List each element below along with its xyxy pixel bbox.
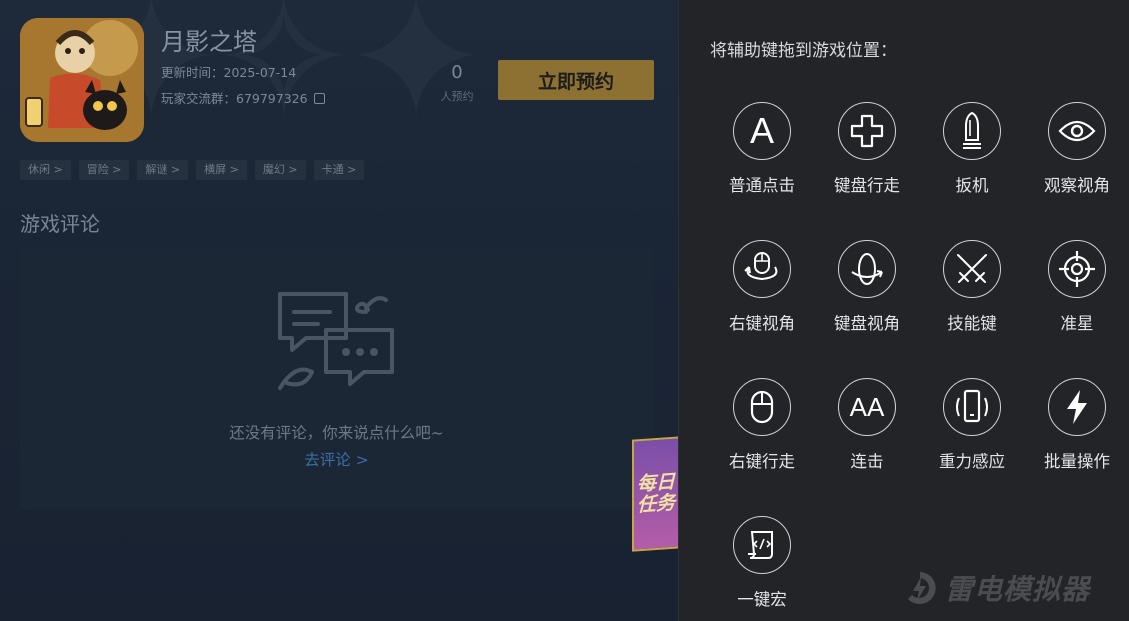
reserve-count-label: 人预约 xyxy=(440,90,474,103)
copy-icon[interactable] xyxy=(313,93,325,104)
dpad-icon xyxy=(838,102,896,160)
key-label: 重力感应 xyxy=(939,452,1005,471)
key-label: 批量操作 xyxy=(1044,452,1110,471)
key-label: 右键行走 xyxy=(729,452,795,471)
key-keyboard-walk[interactable]: 键盘行走 xyxy=(815,102,919,196)
lightning-icon xyxy=(1048,378,1106,436)
key-gravity-sensor[interactable]: 重力感应 xyxy=(920,378,1024,472)
key-label: 观察视角 xyxy=(1044,176,1110,195)
daily-task-badge[interactable]: 每日 任务 xyxy=(632,436,678,552)
key-label: 键盘视角 xyxy=(834,314,900,333)
bullet-icon xyxy=(943,102,1001,160)
key-combo[interactable]: AA 连击 xyxy=(815,378,919,472)
key-label: 准星 xyxy=(1060,314,1094,333)
double-a-icon: AA xyxy=(838,378,896,436)
mouse-icon xyxy=(733,378,791,436)
empty-comments-illustration-icon xyxy=(278,292,394,390)
macro-script-icon xyxy=(733,516,791,574)
reserve-button[interactable]: 立即预约 xyxy=(498,60,654,100)
player-group-text: 玩家交流群：679797326 xyxy=(161,91,308,106)
key-label: 扳机 xyxy=(955,176,989,195)
brand-logo: 雷电模拟器 xyxy=(901,568,1090,608)
brand-logo-text: 雷电模拟器 xyxy=(945,573,1091,606)
crosshair-icon xyxy=(1048,240,1106,298)
key-skill[interactable]: 技能键 xyxy=(920,240,1024,334)
tag[interactable]: 休闲 > xyxy=(20,160,71,180)
comments-empty-box: 还没有评论，你来说点什么吧~ 去评论 > xyxy=(20,246,653,509)
crossed-swords-icon xyxy=(943,240,1001,298)
key-normal-click[interactable]: A 普通点击 xyxy=(710,102,814,196)
key-label: 普通点击 xyxy=(729,176,795,195)
key-label: 连击 xyxy=(850,452,884,471)
panel-heading: 将辅助键拖到游戏位置： xyxy=(710,41,897,61)
empty-comments-text: 还没有评论，你来说点什么吧~ xyxy=(229,424,444,442)
game-title: 月影之塔 xyxy=(161,28,257,56)
daily-task-line2: 任务 xyxy=(636,491,675,517)
tag[interactable]: 魔幻 > xyxy=(254,160,306,180)
letter-a-icon: A xyxy=(733,102,791,160)
game-detail-page: ✦✧✦ 月影之塔 更新时间：2025-07-14 玩家交流群：679797326… xyxy=(0,0,678,621)
key-trigger[interactable]: 扳机 xyxy=(920,102,1024,196)
tag[interactable]: 横屏 > xyxy=(196,160,247,180)
key-keyboard-view[interactable]: 键盘视角 xyxy=(815,240,919,334)
rotate-view-icon xyxy=(838,240,896,298)
key-right-click-view[interactable]: 右键视角 xyxy=(710,240,814,334)
key-batch-operation[interactable]: 批量操作 xyxy=(1025,378,1129,472)
player-group: 玩家交流群：679797326 xyxy=(161,88,325,107)
key-label: 键盘行走 xyxy=(834,176,900,195)
key-label: 右键视角 xyxy=(729,314,795,333)
key-one-click-macro[interactable]: 一键宏 xyxy=(710,516,814,610)
key-right-click-walk[interactable]: 右键行走 xyxy=(710,378,814,472)
tag[interactable]: 冒险 > xyxy=(78,160,130,180)
tag[interactable]: 卡通 > xyxy=(313,160,365,180)
key-crosshair[interactable]: 准星 xyxy=(1025,240,1129,334)
eye-icon xyxy=(1048,102,1106,160)
tag[interactable]: 解谜 > xyxy=(137,160,189,180)
key-mapping-panel: 将辅助键拖到游戏位置： A 普通点击 键盘行走 扳机 观察视角 右键视角 键盘视… xyxy=(678,0,1129,621)
comments-section-title: 游戏评论 xyxy=(20,212,100,236)
ldplayer-logo-icon xyxy=(908,572,936,604)
key-label: 技能键 xyxy=(947,314,997,333)
tag-list: 休闲 > 冒险 > 解谜 > 横屏 > 魔幻 > 卡通 > xyxy=(20,160,365,180)
phone-tilt-icon xyxy=(943,378,1001,436)
game-cover-image[interactable] xyxy=(20,18,144,142)
update-date: 更新时间：2025-07-14 xyxy=(161,65,297,80)
reserve-count: 0 xyxy=(451,62,463,83)
mouse-rotate-icon xyxy=(733,240,791,298)
go-comment-link[interactable]: 去评论 > xyxy=(20,448,653,470)
key-observe-view[interactable]: 观察视角 xyxy=(1025,102,1129,196)
key-label: 一键宏 xyxy=(737,590,787,609)
